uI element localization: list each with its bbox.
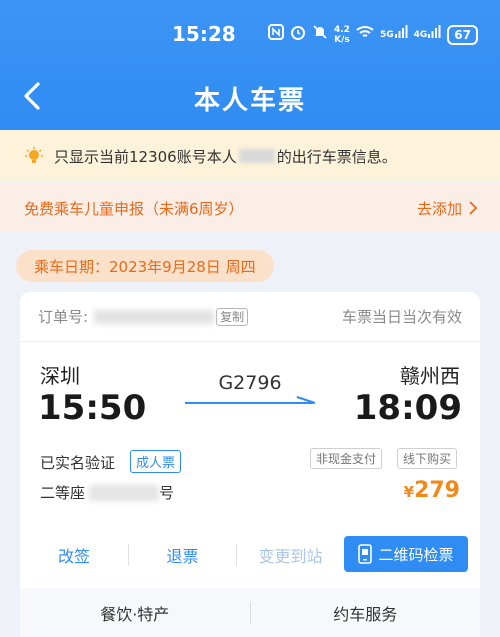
service-row: 餐饮·特产 约车服务: [20, 588, 480, 637]
net-speed-unit: K/s: [334, 35, 350, 45]
child-declare-action: 去添加: [416, 199, 462, 218]
to-time: 18:09: [353, 388, 462, 428]
status-time: 15:28: [172, 22, 236, 46]
arrow-right-icon: [185, 396, 316, 404]
ticket-card: 订单号: 复制 车票当日当次有效 深圳 15:50 G2796 赣州西 18:0…: [20, 292, 480, 637]
price-value: 279: [414, 478, 460, 503]
to-station: 赣州西: [400, 364, 460, 388]
child-declare-bar[interactable]: 免费乘车儿童申报（未满6周岁） 去添加: [0, 184, 500, 232]
seat-suffix: 号: [159, 484, 175, 502]
battery-indicator: 67: [447, 25, 478, 45]
child-declare-label: 免费乘车儿童申报（未满6周岁）: [24, 199, 244, 218]
seat-class: 二等座: [40, 484, 86, 502]
from-time: 15:50: [38, 388, 147, 428]
qr-check-button[interactable]: 二维码检票: [344, 536, 468, 572]
mute-icon: [312, 24, 328, 46]
alarm-icon: [290, 24, 306, 46]
redacted-seat: [89, 484, 160, 501]
signal-5g-label: 5G: [379, 30, 394, 40]
phone-qr-icon: [358, 544, 373, 564]
top-header: 15:28 4.2 K/s 5G 4G 67 本人车票: [0, 0, 500, 130]
status-bar: 15:28 4.2 K/s 5G 4G 67: [0, 22, 500, 52]
nfc-icon: [268, 24, 284, 46]
net-speed: 4.2 K/s: [334, 25, 350, 45]
notice-text-prefix: 只显示当前12306账号本人: [54, 147, 237, 166]
page-title: 本人车票: [193, 86, 306, 116]
signal-4g-icon: 4G: [414, 25, 442, 45]
food-service-link[interactable]: 餐饮·特产: [20, 601, 250, 625]
payment-tag: 非现金支付: [310, 448, 383, 469]
ticket-validity: 车票当日当次有效: [341, 308, 462, 326]
net-speed-value: 4.2: [334, 25, 350, 35]
lightbulb-icon: [25, 147, 43, 163]
signal-5g-icon: 5G: [380, 25, 408, 45]
seat-info: 二等座 号: [40, 482, 174, 503]
redacted-order-number: [94, 309, 215, 324]
notice-bar: 只显示当前12306账号本人 的出行车票信息。: [0, 130, 500, 182]
wifi-icon: [356, 25, 374, 45]
child-declare-add-link[interactable]: 去添加: [417, 198, 478, 219]
verify-status: 已实名验证: [40, 454, 116, 472]
price-symbol: ¥: [403, 483, 415, 501]
change-station-button[interactable]: 变更到站: [237, 543, 344, 567]
purchase-tag: 线下购买: [397, 448, 458, 469]
order-row: 订单号: 复制 车票当日当次有效: [20, 292, 480, 342]
ticket-price: ¥279: [404, 478, 460, 503]
refund-button[interactable]: 退票: [129, 543, 236, 567]
ticket-type-badge: 成人票: [130, 450, 182, 473]
order-label: 订单号:: [38, 308, 89, 326]
ticket-actions: 改签 退票 变更到站 二维码检票: [20, 532, 480, 578]
notice-text-suffix: 的出行车票信息。: [276, 147, 397, 166]
copy-button[interactable]: 复制: [216, 307, 249, 326]
chevron-right-icon: [469, 201, 478, 215]
travel-date-pill: 乘车日期：2023年9月28日 周四: [16, 250, 274, 282]
change-ticket-button[interactable]: 改签: [20, 543, 128, 567]
redacted-name: [238, 149, 275, 163]
qr-check-label: 二维码检票: [378, 545, 454, 564]
status-icons: 4.2 K/s 5G 4G 67: [268, 24, 478, 46]
car-service-link[interactable]: 约车服务: [251, 601, 481, 625]
signal-4g-label: 4G: [413, 30, 428, 40]
